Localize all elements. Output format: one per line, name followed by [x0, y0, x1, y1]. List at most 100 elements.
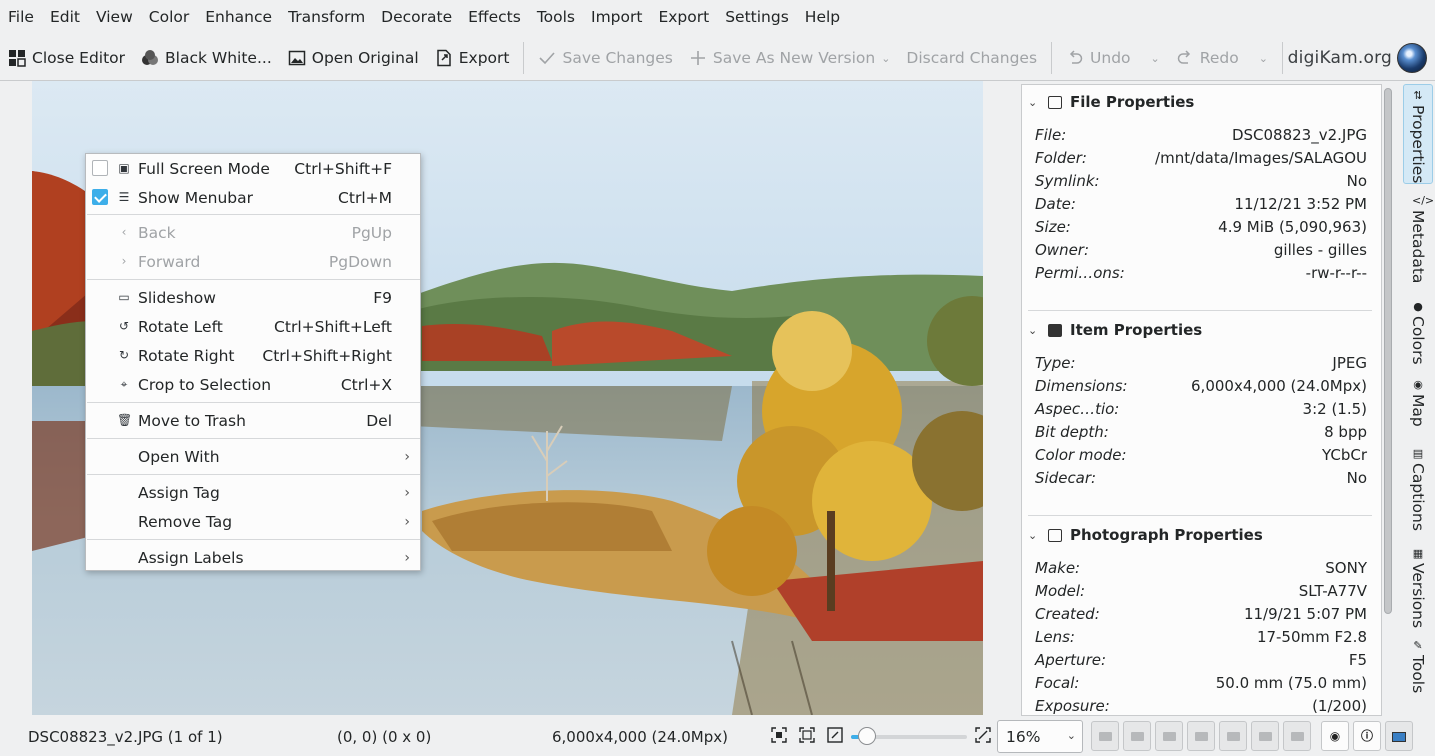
property-key: Make: — [1035, 559, 1081, 577]
undo-button[interactable]: Undo ⌄ — [1058, 37, 1168, 79]
property-row: File: DSC08823_v2.JPG — [1035, 126, 1367, 149]
zoom-slider[interactable] — [851, 727, 967, 745]
zoom-fit-icon[interactable] — [771, 727, 787, 743]
digikam-logo-icon — [1397, 43, 1427, 73]
chevron-down-icon[interactable]: ⌄ — [1028, 324, 1042, 337]
menu-item-forward[interactable]: › Forward PgDown — [86, 247, 420, 276]
menu-item-open-with[interactable]: Open With › — [86, 442, 420, 471]
menu-item-full-screen[interactable]: ▣ Full Screen Mode Ctrl+Shift+F — [86, 154, 420, 183]
menu-item-assign-tag[interactable]: Assign Tag › — [86, 478, 420, 507]
close-editor-button[interactable]: Close Editor — [0, 37, 133, 79]
save-changes-button[interactable]: Save Changes — [530, 37, 680, 79]
view-button-4[interactable] — [1187, 721, 1215, 751]
property-key: Permi…ons: — [1035, 264, 1125, 282]
export-label: Export — [458, 49, 510, 67]
view-button-1[interactable] — [1091, 721, 1119, 751]
properties-icon: ⇅ — [1413, 89, 1423, 102]
menu-item-slideshow[interactable]: ▭ Slideshow F9 — [86, 283, 420, 312]
submenu-arrow-icon: › — [404, 513, 410, 530]
view-button-7[interactable] — [1283, 721, 1311, 751]
menu-item-show-menubar[interactable]: ☰ Show Menubar Ctrl+M — [86, 183, 420, 212]
export-button[interactable]: Export — [427, 37, 518, 79]
menu-item-crop[interactable]: ⌖ Crop to Selection Ctrl+X — [86, 370, 420, 399]
slideshow-icon: ▭ — [118, 290, 130, 304]
context-menu: ▣ Full Screen Mode Ctrl+Shift+F ☰ Show M… — [85, 153, 421, 571]
menu-import[interactable]: Import — [583, 0, 650, 35]
tab-properties[interactable]: ⇅ Properties — [1403, 84, 1433, 184]
discard-changes-label: Discard Changes — [906, 49, 1038, 67]
properties-scrollbar[interactable] — [1384, 88, 1392, 614]
property-value: JPEG — [1332, 354, 1367, 372]
menu-help[interactable]: Help — [797, 0, 848, 35]
zoom-slider-handle[interactable] — [858, 727, 877, 745]
view-button-6[interactable] — [1251, 721, 1279, 751]
view-button-5[interactable] — [1219, 721, 1247, 751]
zoom-100-icon[interactable] — [799, 727, 815, 743]
menu-file[interactable]: File — [0, 0, 42, 35]
menu-color[interactable]: Color — [141, 0, 197, 35]
chevron-down-icon[interactable]: ⌄ — [1259, 52, 1268, 65]
menu-effects[interactable]: Effects — [460, 0, 529, 35]
image-icon — [288, 49, 306, 67]
open-original-button[interactable]: Open Original — [280, 37, 427, 79]
save-as-new-version-button[interactable]: Save As New Version ⌄ — [681, 37, 899, 79]
section-title: File Properties — [1070, 93, 1195, 111]
menu-item-rotate-right[interactable]: ↻ Rotate Right Ctrl+Shift+Right — [86, 341, 420, 370]
menu-item-rotate-left[interactable]: ↺ Rotate Left Ctrl+Shift+Left — [86, 312, 420, 341]
zoom-out-icon[interactable] — [827, 727, 843, 743]
monitor-button[interactable] — [1385, 721, 1413, 751]
menu-item-label: Show Menubar — [138, 188, 254, 207]
zoom-select[interactable]: 16% ⌄ — [997, 720, 1083, 753]
chevron-down-icon[interactable]: ⌄ — [1028, 96, 1042, 109]
view-button-2[interactable] — [1123, 721, 1151, 751]
tab-label: Map — [1409, 394, 1427, 427]
menu-item-move-to-trash[interactable]: 🗑 Move to Trash Del — [86, 406, 420, 435]
tab-versions[interactable]: ▦ Versions — [1403, 543, 1433, 629]
chevron-down-icon[interactable]: ⌄ — [1028, 529, 1042, 542]
menu-item-back[interactable]: ‹ Back PgUp — [86, 218, 420, 247]
info-black-button[interactable]: ◉ — [1321, 721, 1349, 751]
item-properties-header[interactable]: ⌄ Item Properties — [1028, 319, 1202, 341]
show-menubar-checkbox[interactable] — [92, 189, 108, 205]
discard-changes-button[interactable]: Discard Changes — [898, 37, 1045, 79]
full-screen-checkbox[interactable] — [92, 160, 108, 176]
redo-button[interactable]: Redo ⌄ — [1168, 37, 1276, 79]
tab-metadata[interactable]: </> Metadata — [1403, 190, 1434, 290]
chevron-down-icon[interactable]: ⌄ — [1151, 52, 1160, 65]
property-row: Aperture: F5 — [1035, 651, 1367, 674]
black-white-button[interactable]: Black White... — [133, 37, 280, 79]
brand-logo[interactable]: digiKam.org — [1288, 37, 1427, 79]
property-key: Size: — [1035, 218, 1071, 236]
property-row: Permi…ons: -rw-r--r-- — [1035, 264, 1367, 287]
menu-export[interactable]: Export — [650, 0, 717, 35]
menu-enhance[interactable]: Enhance — [197, 0, 280, 35]
menu-tools[interactable]: Tools — [529, 0, 583, 35]
menu-item-remove-tag[interactable]: Remove Tag › — [86, 507, 420, 536]
property-value: No — [1346, 172, 1367, 190]
image-icon — [1048, 323, 1062, 337]
menu-edit[interactable]: Edit — [42, 0, 88, 35]
menu-settings[interactable]: Settings — [717, 0, 797, 35]
menu-transform[interactable]: Transform — [280, 0, 373, 35]
file-properties-header[interactable]: ⌄ File Properties — [1028, 91, 1194, 113]
property-row: Focal: 50.0 mm (75.0 mm) — [1035, 674, 1367, 697]
property-value: F5 — [1348, 651, 1367, 669]
chevron-down-icon[interactable]: ⌄ — [881, 52, 890, 65]
zoom-in-icon[interactable] — [975, 727, 991, 743]
menu-item-shortcut: PgUp — [351, 223, 392, 242]
info-button[interactable]: ⓘ — [1353, 721, 1381, 751]
tab-colors[interactable]: ● Colors — [1403, 296, 1433, 368]
tab-captions[interactable]: ▤ Captions — [1403, 443, 1433, 539]
property-value: 8 bpp — [1324, 423, 1367, 441]
view-button-3[interactable] — [1155, 721, 1183, 751]
monitor-icon — [1392, 731, 1406, 742]
menu-view[interactable]: View — [88, 0, 141, 35]
photograph-properties-header[interactable]: ⌄ Photograph Properties — [1028, 524, 1263, 546]
menu-item-assign-labels[interactable]: Assign Labels › — [86, 543, 420, 572]
property-key: Aperture: — [1035, 651, 1107, 669]
property-row: Dimensions: 6,000x4,000 (24.0Mpx) — [1035, 377, 1367, 400]
tab-map[interactable]: ◉ Map — [1403, 374, 1433, 438]
menu-item-shortcut: F9 — [373, 288, 392, 307]
menu-decorate[interactable]: Decorate — [373, 0, 460, 35]
tab-tools[interactable]: ✎ Tools — [1403, 635, 1433, 705]
